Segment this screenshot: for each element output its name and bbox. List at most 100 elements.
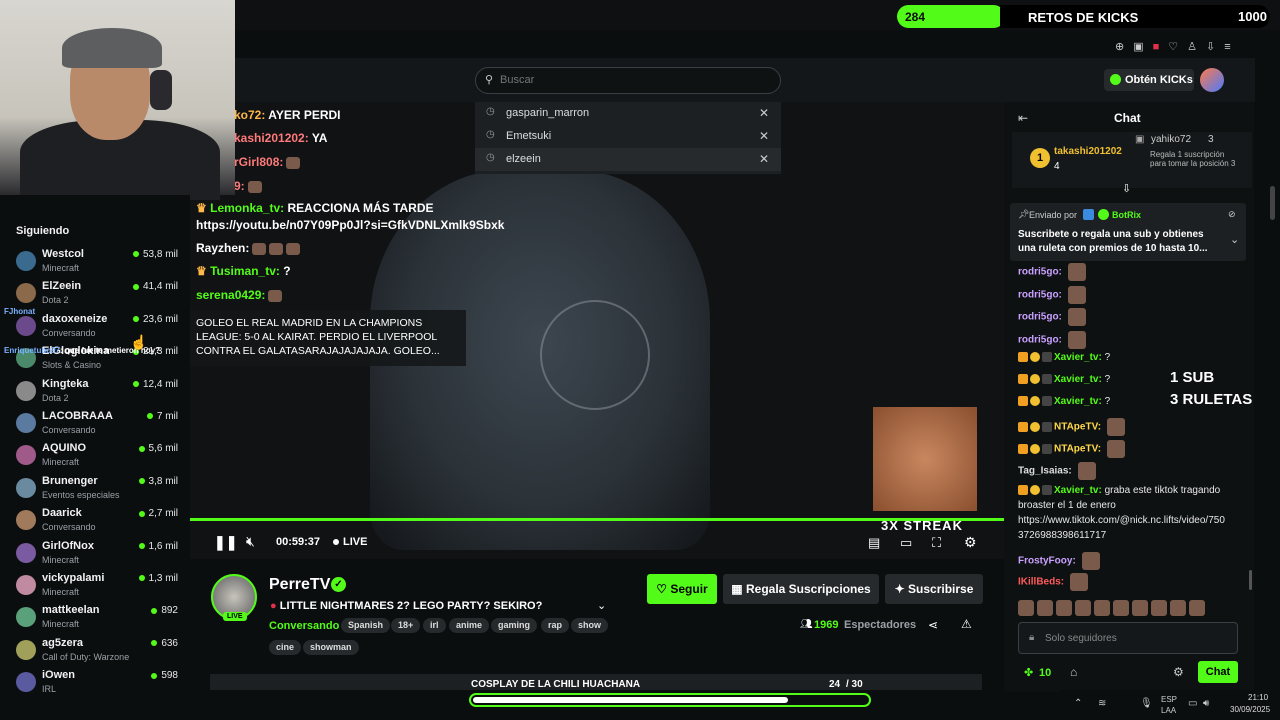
- chat-username[interactable]: rodri5go:: [1018, 267, 1062, 278]
- fullscreen-icon[interactable]: ⛶: [932, 535, 941, 551]
- download-icon[interactable]: ⇩: [1206, 41, 1224, 53]
- extensions-icon[interactable]: ▣: [1133, 41, 1152, 53]
- kicks-challenge-title: RETOS DE KICKS: [1028, 10, 1139, 25]
- search-history-item[interactable]: ◷ gasparin_marron ✕: [475, 102, 781, 125]
- following-item[interactable]: mattkeelan Minecraft 892: [0, 603, 190, 635]
- settings-gear-icon[interactable]: ⚙: [964, 534, 977, 551]
- following-item[interactable]: Brunenger Eventos especiales 3,8 mil: [0, 474, 190, 506]
- user-avatar[interactable]: [1200, 68, 1224, 92]
- emote[interactable]: [1170, 600, 1186, 616]
- unpin-icon[interactable]: ⊘: [1228, 209, 1236, 220]
- chat-username[interactable]: FrostyFooy:: [1018, 556, 1076, 567]
- chat-username[interactable]: rodri5go:: [1018, 312, 1062, 323]
- subscribe-button[interactable]: ✦ Suscribirse: [885, 574, 983, 604]
- chat-input-box[interactable]: 🔒︎ Solo seguidores: [1018, 622, 1238, 654]
- emote[interactable]: [1056, 600, 1072, 616]
- following-item[interactable]: daxoxeneize Conversando 23,6 mil: [0, 312, 190, 344]
- pause-icon[interactable]: ❚❚: [214, 534, 237, 551]
- emote[interactable]: [1037, 600, 1053, 616]
- remove-icon[interactable]: ✕: [759, 106, 769, 120]
- search-history-item[interactable]: ◷ Emetsuki ✕: [475, 125, 781, 148]
- chat-username[interactable]: rodri5go:: [1018, 290, 1062, 301]
- playback-time: 00:59:37: [276, 536, 321, 548]
- emote[interactable]: [1094, 600, 1110, 616]
- live-label[interactable]: LIVE: [343, 536, 367, 548]
- menu-icon[interactable]: ≡: [1224, 41, 1239, 53]
- following-item[interactable]: Westcol Minecraft 53,8 mil: [0, 247, 190, 279]
- tag[interactable]: anime: [449, 618, 490, 633]
- chat-username[interactable]: Tag_Isaias:: [1018, 466, 1072, 477]
- chat-username[interactable]: Xavier_tv:: [1054, 396, 1102, 407]
- following-item[interactable]: Daarick Conversando 2,7 mil: [0, 506, 190, 538]
- remove-icon[interactable]: ✕: [759, 129, 769, 143]
- chat-scroll-down-icon[interactable]: ⇩: [1122, 182, 1131, 195]
- chat-send-button[interactable]: Chat: [1198, 661, 1238, 683]
- sub-badge-icon: [1030, 422, 1040, 432]
- following-item[interactable]: AQUINO Minecraft 5,6 mil: [0, 441, 190, 473]
- following-item[interactable]: ag5zera Call of Duty: Warzone 636: [0, 636, 190, 668]
- tag[interactable]: showman: [303, 640, 359, 655]
- following-item[interactable]: GirlOfNox Minecraft 1,6 mil: [0, 539, 190, 571]
- get-kicks-button[interactable]: Obtén KICKs: [1104, 69, 1194, 91]
- follow-button[interactable]: ♡ Seguir: [647, 574, 717, 604]
- expand-pinned-icon[interactable]: ⌄: [1230, 233, 1239, 246]
- tag[interactable]: 18+: [391, 618, 421, 633]
- emote[interactable]: [1189, 600, 1205, 616]
- tray-volume-icon[interactable]: 🔊︎: [1203, 698, 1209, 709]
- tray-chevron-icon[interactable]: ⌃: [1074, 698, 1082, 709]
- channel-name[interactable]: PerreTV: [269, 576, 330, 594]
- tag[interactable]: irl: [423, 618, 446, 633]
- collapse-chat-icon[interactable]: ⇤: [1018, 111, 1028, 125]
- emote[interactable]: [1018, 600, 1034, 616]
- pinned-message[interactable]: 📌︎ Enviado por BotRix ⊘ Suscribete o reg…: [1010, 203, 1246, 261]
- report-icon[interactable]: ⚠: [961, 617, 972, 631]
- following-name: Daarick: [42, 507, 82, 520]
- emote[interactable]: [1113, 600, 1129, 616]
- following-item[interactable]: LACOBRAAA Conversando 7 mil: [0, 409, 190, 441]
- tag[interactable]: cine: [269, 640, 302, 655]
- emote: [268, 289, 283, 302]
- following-item[interactable]: Kingteka Dota 2 12,4 mil: [0, 377, 190, 409]
- zoom-icon[interactable]: ⊕: [1115, 41, 1133, 53]
- tag[interactable]: gaming: [491, 618, 538, 633]
- store-icon[interactable]: ⌂: [1070, 665, 1077, 679]
- search-history-item[interactable]: ◷ elzeein ✕: [475, 148, 781, 171]
- search-input[interactable]: [500, 74, 770, 86]
- gift-subs-button[interactable]: ▦ Regala Suscripciones: [723, 574, 879, 604]
- chat-username[interactable]: Xavier_tv:: [1054, 352, 1102, 363]
- gift-badge-icon: [1042, 396, 1052, 407]
- profile-icon[interactable]: ♙: [1187, 41, 1206, 53]
- chat-username[interactable]: rodri5go:: [1018, 335, 1062, 346]
- search-box[interactable]: ⚲: [475, 67, 781, 94]
- following-item[interactable]: vickypalami Minecraft 1,3 mil: [0, 571, 190, 603]
- emote[interactable]: [1075, 600, 1091, 616]
- tag[interactable]: Spanish: [341, 618, 391, 633]
- share-icon[interactable]: ⋖: [928, 618, 938, 632]
- expand-title-icon[interactable]: ⌄: [597, 599, 606, 612]
- shield-icon[interactable]: ■: [1153, 41, 1169, 53]
- chat-settings-icon[interactable]: ⚙: [1173, 665, 1184, 679]
- mute-icon[interactable]: 🔇︎: [246, 533, 255, 550]
- tray-language[interactable]: ESP: [1161, 695, 1177, 704]
- remove-icon[interactable]: ✕: [759, 152, 769, 166]
- video-progress-bar[interactable]: [190, 518, 1004, 521]
- tag[interactable]: show: [571, 618, 609, 633]
- chat-username[interactable]: NTApeTV:: [1054, 422, 1101, 433]
- chat-scrollbar[interactable]: [1249, 570, 1252, 590]
- following-item[interactable]: iOwen IRL 598: [0, 668, 190, 700]
- tag[interactable]: rap: [541, 618, 570, 633]
- overlay-notice: GOLEO EL REAL MADRID EN LA CHAMPIONS LEA…: [190, 310, 466, 366]
- following-name: Kingteka: [42, 377, 89, 390]
- chat-username[interactable]: Xavier_tv:: [1054, 485, 1102, 496]
- theater-mode-icon[interactable]: ▭: [900, 535, 912, 551]
- heart-icon[interactable]: ♡: [1168, 41, 1187, 53]
- chat-username[interactable]: Xavier_tv:: [1054, 374, 1102, 385]
- page-scrollbar[interactable]: [1270, 186, 1275, 220]
- clip-icon[interactable]: ▤: [868, 535, 880, 551]
- chat-username[interactable]: IKillBeds:: [1018, 577, 1064, 588]
- chat-username[interactable]: NTApeTV:: [1054, 444, 1101, 455]
- stream-category[interactable]: Conversando: [269, 620, 339, 632]
- emote: [1106, 418, 1125, 436]
- emote[interactable]: [1151, 600, 1167, 616]
- emote[interactable]: [1132, 600, 1148, 616]
